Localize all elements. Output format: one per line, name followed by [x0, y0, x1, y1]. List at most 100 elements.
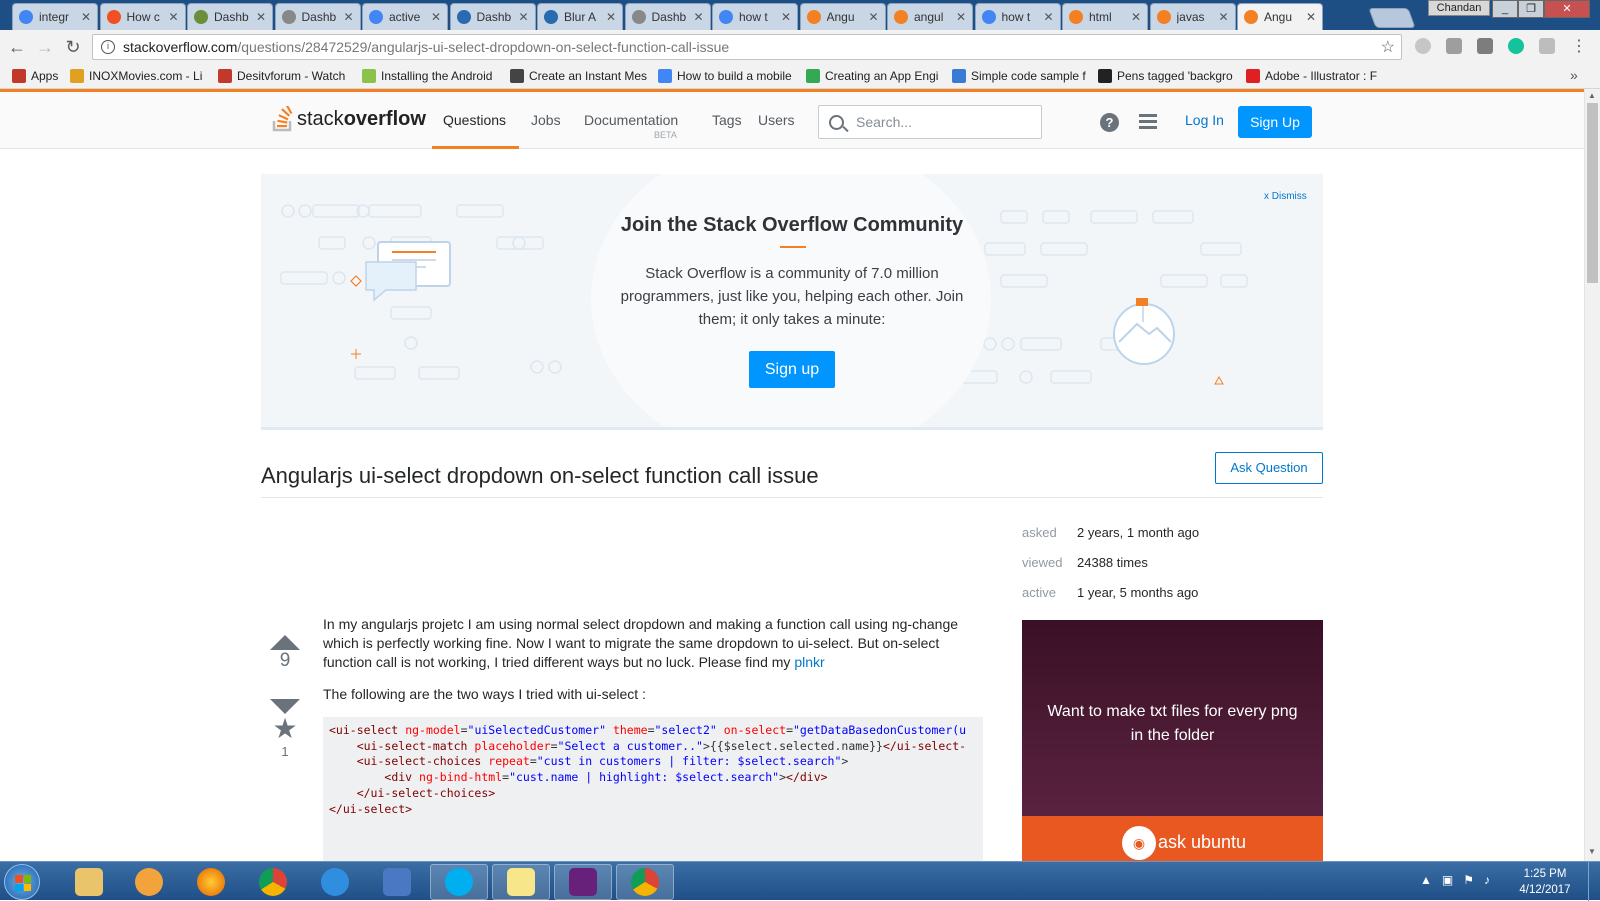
- browser-tab[interactable]: How c ✕: [99, 3, 186, 30]
- globe-extension-icon[interactable]: [1415, 38, 1431, 54]
- upvote-arrow-icon[interactable]: [270, 635, 300, 650]
- tab-close-icon[interactable]: ✕: [256, 10, 266, 24]
- browser-tab[interactable]: Dashb ✕: [187, 3, 273, 30]
- taskbar-ie[interactable]: [306, 864, 364, 900]
- bookmark-item[interactable]: Desitvforum - Watch: [218, 69, 345, 83]
- so-logo[interactable]: stack overflow: [272, 104, 426, 132]
- nav-tags[interactable]: Tags: [712, 112, 742, 128]
- search-input[interactable]: Search...: [818, 105, 1042, 139]
- tab-close-icon[interactable]: ✕: [693, 10, 703, 24]
- nav-questions[interactable]: Questions: [443, 112, 506, 128]
- new-tab-button[interactable]: [1368, 8, 1416, 28]
- browser-tab[interactable]: Dashb ✕: [274, 3, 361, 30]
- taskbar-firefox[interactable]: [182, 864, 240, 900]
- browser-tab[interactable]: Dashb ✕: [624, 3, 711, 30]
- tab-close-icon[interactable]: ✕: [956, 10, 966, 24]
- nav-jobs[interactable]: Jobs: [531, 112, 561, 128]
- scroll-down-icon[interactable]: ▼: [1588, 847, 1596, 856]
- ask-ubuntu-ad[interactable]: Want to make txt files for every png in …: [1022, 620, 1323, 861]
- tab-close-icon[interactable]: ✕: [81, 10, 91, 24]
- bookmark-item[interactable]: Installing the Android: [362, 69, 492, 83]
- taskbar-chrome-active[interactable]: [616, 864, 674, 900]
- taskbar-explorer[interactable]: [60, 864, 118, 900]
- tab-close-icon[interactable]: ✕: [431, 10, 441, 24]
- taskbar-skype[interactable]: [430, 864, 488, 900]
- bookmark-item[interactable]: How to build a mobile: [658, 69, 792, 83]
- start-button[interactable]: [4, 864, 40, 900]
- favorite-star-icon[interactable]: ★: [270, 712, 300, 745]
- menu-kebab-icon[interactable]: ⋮: [1568, 36, 1590, 58]
- browser-tab[interactable]: Blur A ✕: [537, 3, 623, 30]
- signup-button[interactable]: Sign Up: [1238, 106, 1312, 138]
- taskbar-visual-studio[interactable]: [554, 864, 612, 900]
- bookmark-item[interactable]: Pens tagged 'backgro: [1098, 69, 1233, 83]
- tab-close-icon[interactable]: ✕: [868, 10, 878, 24]
- browser-tab[interactable]: Angu ✕: [799, 3, 886, 30]
- help-icon[interactable]: ?: [1100, 113, 1119, 132]
- bookmark-item[interactable]: Apps: [12, 69, 58, 83]
- tab-close-icon[interactable]: ✕: [1043, 10, 1053, 24]
- close-window-button[interactable]: ✕: [1544, 0, 1590, 18]
- tab-close-icon[interactable]: ✕: [168, 10, 178, 24]
- browser-tab[interactable]: Dashb ✕: [449, 3, 536, 30]
- profile-button[interactable]: Chandan: [1428, 0, 1490, 16]
- puzzle-extension-icon[interactable]: [1539, 38, 1555, 54]
- site-switcher-icon[interactable]: [1139, 114, 1157, 130]
- browser-tab[interactable]: how t ✕: [974, 3, 1061, 30]
- browser-tab[interactable]: active ✕: [362, 3, 448, 30]
- show-desktop-button[interactable]: [1588, 862, 1600, 901]
- tab-close-icon[interactable]: ✕: [343, 10, 353, 24]
- taskbar-media-player[interactable]: [120, 864, 178, 900]
- network-icon[interactable]: ▣: [1442, 873, 1453, 887]
- tab-close-icon[interactable]: ✕: [1131, 10, 1141, 24]
- plnkr-link[interactable]: plnkr: [794, 654, 824, 670]
- system-clock[interactable]: 1:25 PM 4/12/2017: [1515, 866, 1575, 898]
- browser-tab[interactable]: how t ✕: [712, 3, 798, 30]
- forward-icon[interactable]: →: [34, 36, 56, 58]
- tab-close-icon[interactable]: ✕: [781, 10, 791, 24]
- nav-documentation[interactable]: Documentation: [584, 112, 678, 128]
- nav-users[interactable]: Users: [758, 112, 795, 128]
- tab-close-icon[interactable]: ✕: [606, 10, 616, 24]
- tab-close-icon[interactable]: ✕: [1218, 10, 1228, 24]
- firefox-icon: [197, 868, 225, 896]
- bookmarks-overflow-icon[interactable]: »: [1570, 67, 1578, 83]
- bookmark-item[interactable]: Adobe - Illustrator : F: [1246, 69, 1377, 83]
- browser-tab[interactable]: javas ✕: [1149, 3, 1236, 30]
- taskbar-sticky-notes[interactable]: [492, 864, 550, 900]
- minimize-button[interactable]: _: [1492, 0, 1518, 18]
- bookmark-item[interactable]: INOXMovies.com - Li: [70, 69, 202, 83]
- page-scrollbar[interactable]: ▲ ▼: [1584, 89, 1600, 861]
- browser-tab[interactable]: integr ✕: [12, 3, 98, 30]
- meta-active-value[interactable]: 1 year, 5 months ago: [1077, 585, 1198, 600]
- bookmark-item[interactable]: Creating an App Engi: [806, 69, 938, 83]
- browser-tab[interactable]: Angu ✕: [1237, 3, 1323, 30]
- ask-question-button[interactable]: Ask Question: [1215, 452, 1323, 484]
- browser-tab[interactable]: html ✕: [1062, 3, 1148, 30]
- reload-icon[interactable]: ↻: [62, 36, 84, 58]
- grammar-extension-icon[interactable]: [1446, 38, 1462, 54]
- action-center-icon[interactable]: ⚑: [1463, 873, 1474, 887]
- dismiss-link[interactable]: x Dismiss: [1264, 191, 1307, 202]
- tab-close-icon[interactable]: ✕: [1306, 10, 1316, 24]
- login-link[interactable]: Log In: [1185, 112, 1224, 128]
- scroll-up-icon[interactable]: ▲: [1588, 91, 1596, 100]
- tab-close-icon[interactable]: ✕: [518, 10, 528, 24]
- info-icon[interactable]: i: [101, 40, 115, 54]
- bookmark-item[interactable]: Simple code sample f: [952, 69, 1086, 83]
- back-icon[interactable]: ←: [6, 36, 28, 58]
- banner-signup-button[interactable]: Sign up: [749, 351, 835, 388]
- address-bar[interactable]: i stackoverflow.com/questions/28472529/a…: [92, 34, 1402, 60]
- grammarly-extension-icon[interactable]: [1508, 38, 1524, 54]
- bookmark-star-icon[interactable]: ☆: [1381, 37, 1395, 57]
- scrollbar-thumb[interactable]: [1587, 103, 1598, 283]
- tray-expand-icon[interactable]: ▲: [1420, 873, 1432, 887]
- maximize-button[interactable]: ❐: [1518, 0, 1544, 18]
- browser-tab[interactable]: angul ✕: [887, 3, 973, 30]
- bookmark-item[interactable]: Create an Instant Mes: [510, 69, 647, 83]
- question-title[interactable]: Angularjs ui-select dropdown on-select f…: [261, 463, 819, 489]
- volume-icon[interactable]: ♪: [1484, 873, 1490, 887]
- taskbar-chrome[interactable]: [244, 864, 302, 900]
- camera-extension-icon[interactable]: [1477, 38, 1493, 54]
- taskbar-remote-desktop[interactable]: [368, 864, 426, 900]
